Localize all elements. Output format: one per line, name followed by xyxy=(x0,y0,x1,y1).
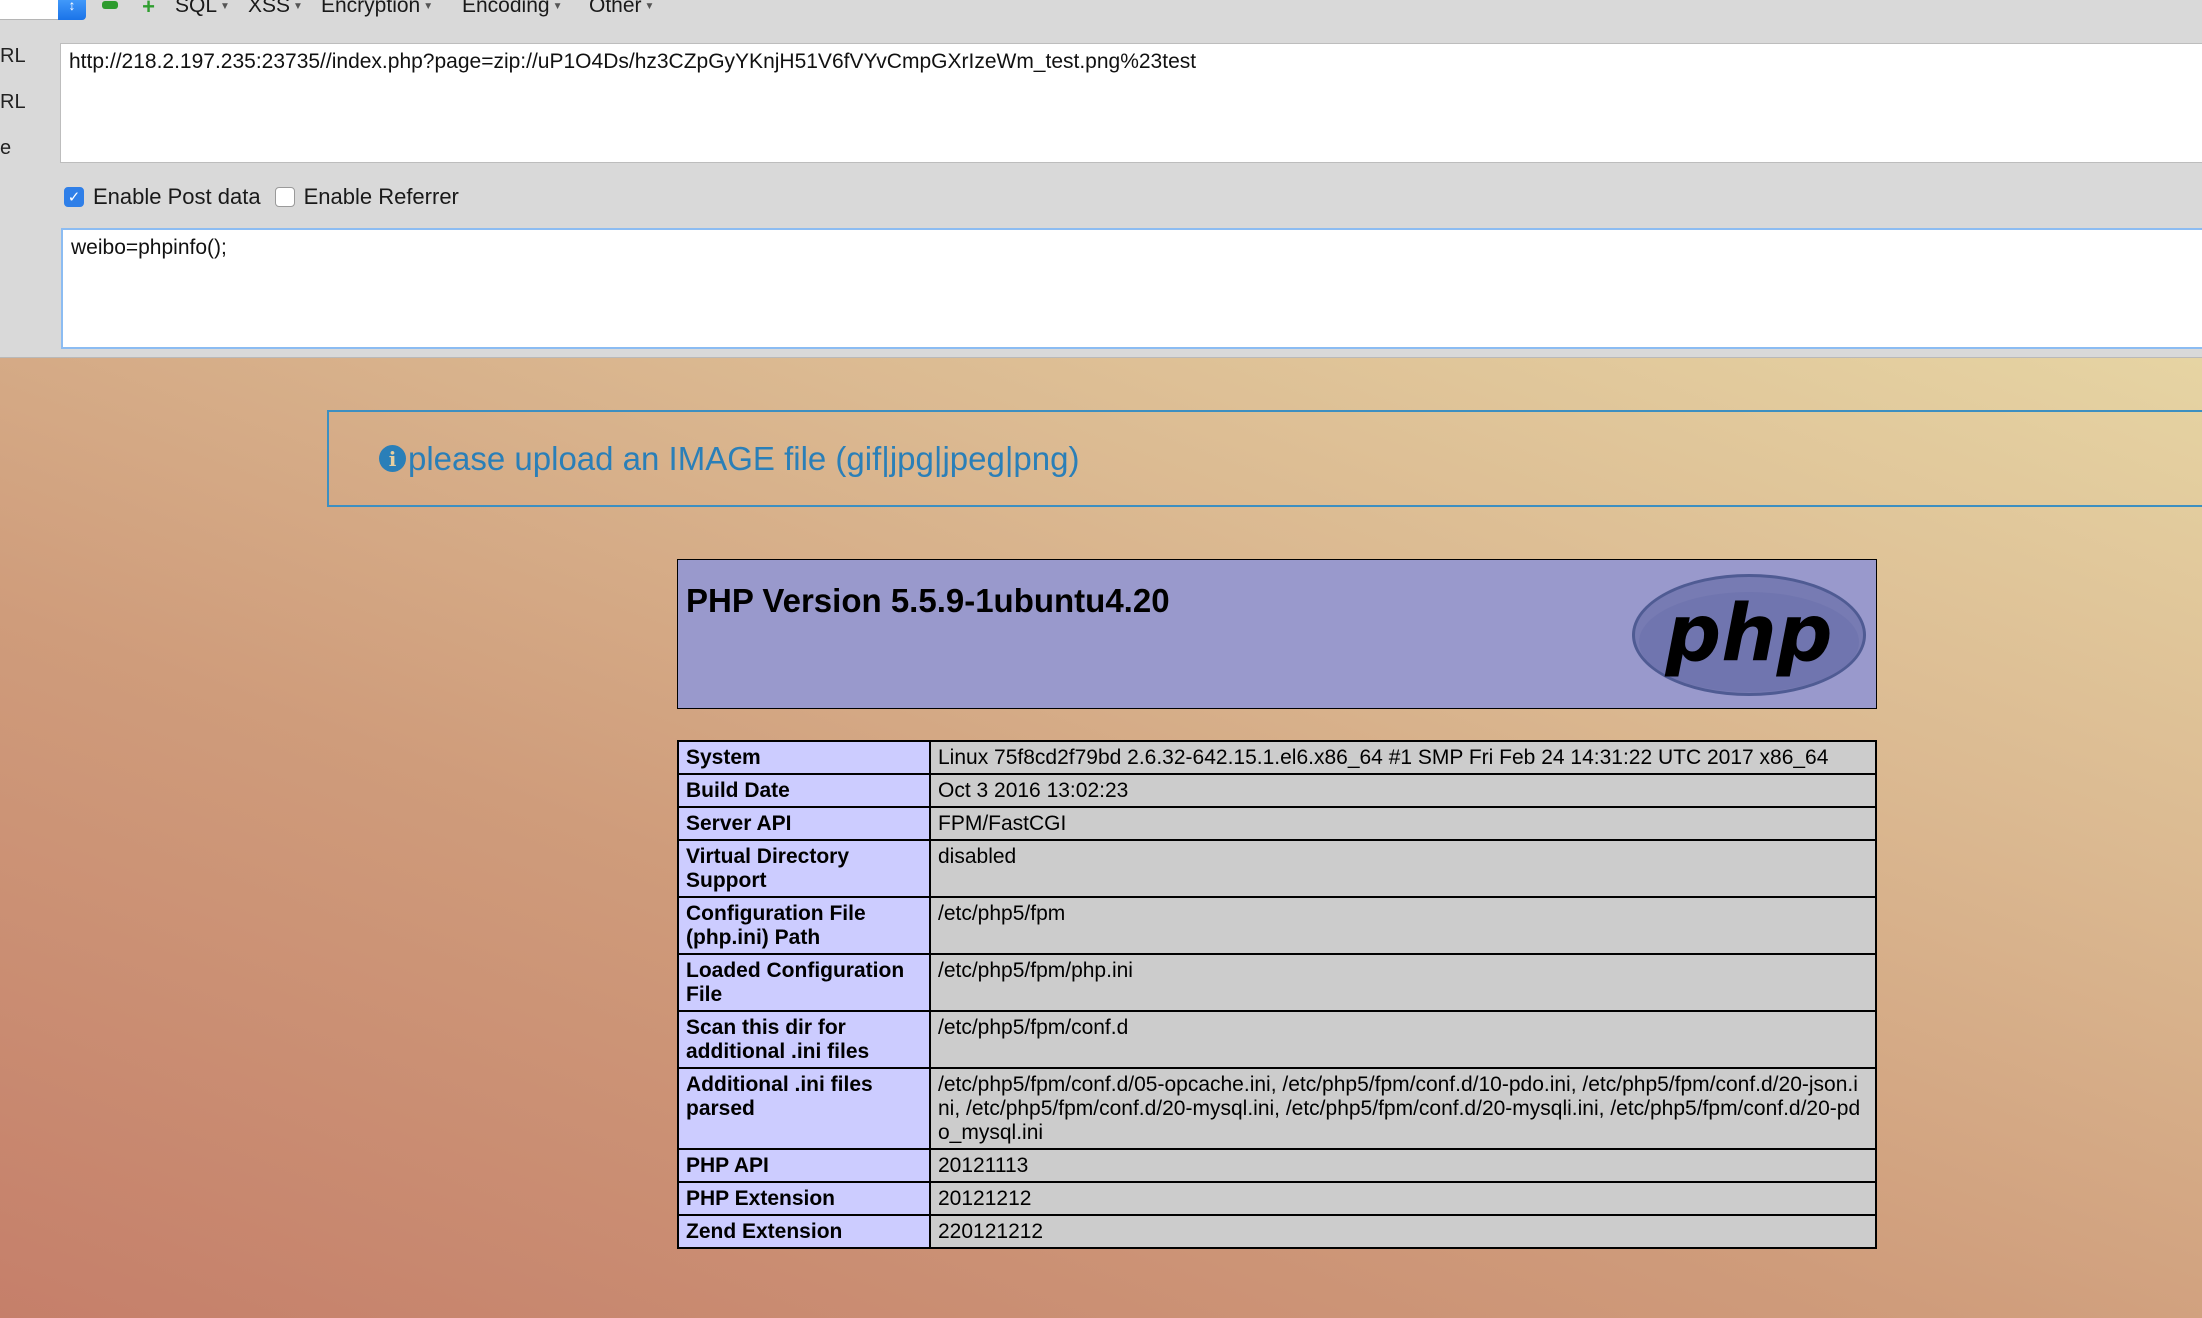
row-key: Loaded Configuration File xyxy=(677,953,931,1012)
menu-other[interactable]: Other ▼ xyxy=(589,0,654,18)
menu-xss[interactable]: XSS ▼ xyxy=(248,0,303,18)
options-row: ✓ Enable Post data Enable Referrer xyxy=(64,184,459,210)
row-value: /etc/php5/fpm/conf.d xyxy=(929,1010,1877,1069)
split-url-label[interactable]: RL xyxy=(0,91,26,114)
select-arrow-icon[interactable]: ↕ xyxy=(58,0,86,20)
table-row: Zend Extension 220121212 xyxy=(677,1214,1877,1249)
row-value: /etc/php5/fpm xyxy=(929,896,1877,955)
caret-down-icon: ▼ xyxy=(293,0,303,12)
menu-encryption[interactable]: Encryption ▼ xyxy=(321,0,433,18)
menu-encoding[interactable]: Encoding ▼ xyxy=(462,0,562,18)
phpinfo-table: System Linux 75f8cd2f79bd 2.6.32-642.15.1… xyxy=(677,740,1877,1249)
minus-icon[interactable] xyxy=(102,1,118,9)
row-value: 220121212 xyxy=(929,1214,1877,1249)
menu-sql[interactable]: SQL ▼ xyxy=(175,0,230,18)
row-key: Virtual Directory Support xyxy=(677,839,931,898)
row-value: 20121212 xyxy=(929,1181,1877,1216)
row-key: System xyxy=(677,740,931,775)
table-row: PHP API 20121113 xyxy=(677,1148,1877,1183)
table-row: System Linux 75f8cd2f79bd 2.6.32-642.15.1… xyxy=(677,740,1877,775)
table-row: Build Date Oct 3 2016 13:02:23 xyxy=(677,773,1877,808)
row-key: Build Date xyxy=(677,773,931,808)
table-row: Configuration File (php.ini) Path/etc/ph… xyxy=(677,896,1877,955)
caret-down-icon: ▼ xyxy=(220,0,230,12)
enable-referrer-label[interactable]: Enable Referrer xyxy=(304,184,459,210)
row-value: /etc/php5/fpm/conf.d/05-opcache.ini, /et… xyxy=(929,1067,1877,1150)
menu-encryption-label: Encryption xyxy=(321,0,421,17)
row-value: /etc/php5/fpm/php.ini xyxy=(929,953,1877,1012)
table-row: Virtual Directory Support disabled xyxy=(677,839,1877,898)
enable-post-label[interactable]: Enable Post data xyxy=(93,184,261,210)
phpinfo-header: PHP Version 5.5.9-1ubuntu4.20 php xyxy=(677,559,1877,709)
row-value: Linux 75f8cd2f79bd 2.6.32-642.15.1.el6.x… xyxy=(929,740,1877,775)
info-circle-icon: i xyxy=(379,445,406,472)
hackbar-toolbar: ↕ + SQL ▼ XSS ▼ Encryption ▼ Encoding ▼ Othe… xyxy=(0,0,2202,22)
caret-down-icon: ▼ xyxy=(552,0,563,12)
table-row: Additional .ini files parsed/etc/php5/fp… xyxy=(677,1067,1877,1150)
enable-referrer-checkbox[interactable] xyxy=(274,187,295,207)
load-url-label[interactable]: RL xyxy=(0,45,26,68)
row-value: Oct 3 2016 13:02:23 xyxy=(929,773,1877,808)
table-row: Scan this dir for additional .ini files /… xyxy=(677,1010,1877,1069)
table-row: Server API FPM/FastCGI xyxy=(677,806,1877,841)
plus-icon[interactable]: + xyxy=(140,0,157,18)
row-key: Scan this dir for additional .ini files xyxy=(677,1010,931,1069)
table-row: PHP Extension 20121212 xyxy=(677,1181,1877,1216)
enable-post-checkbox[interactable]: ✓ xyxy=(64,187,84,207)
post-data-field[interactable]: weibo=phpinfo(); xyxy=(61,228,2202,349)
row-key: PHP API xyxy=(677,1148,931,1183)
row-key: PHP Extension xyxy=(677,1181,931,1216)
menu-other-label: Other xyxy=(589,0,642,17)
row-value: FPM/FastCGI xyxy=(929,806,1877,841)
upload-alert: i please upload an IMAGE file (gif|jpg|j… xyxy=(327,410,2202,507)
alert-text: please upload an IMAGE file (gif|jpg|jpe… xyxy=(408,439,1080,477)
php-logo-text: php xyxy=(1664,589,1832,679)
caret-down-icon: ▼ xyxy=(644,0,655,12)
row-key: Zend Extension xyxy=(677,1214,931,1249)
caret-down-icon: ▼ xyxy=(423,0,434,12)
php-logo-icon: php xyxy=(1632,574,1866,696)
row-key: Additional .ini files parsed xyxy=(677,1067,931,1150)
menu-encoding-label: Encoding xyxy=(462,0,550,17)
url-field[interactable]: http://218.2.197.235:23735//index.php?pa… xyxy=(60,43,2202,163)
table-row: Loaded Configuration File/etc/php5/fpm/p… xyxy=(677,953,1877,1012)
row-key: Configuration File (php.ini) Path xyxy=(677,896,931,955)
php-version-title: PHP Version 5.5.9-1ubuntu4.20 xyxy=(686,582,1170,619)
menu-sql-label: SQL xyxy=(175,0,218,17)
hackbar-panel: ↕ + SQL ▼ XSS ▼ Encryption ▼ Encoding ▼ Othe… xyxy=(0,0,2202,358)
row-value: disabled xyxy=(929,839,1877,898)
row-value: 20121113 xyxy=(929,1148,1877,1183)
execute-label[interactable]: e xyxy=(0,137,11,160)
row-key: Server API xyxy=(677,806,931,841)
menu-xss-label: XSS xyxy=(248,0,291,17)
